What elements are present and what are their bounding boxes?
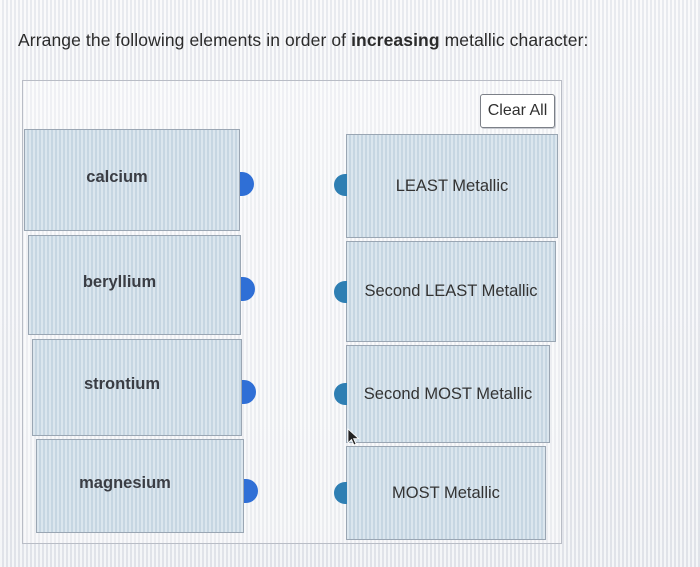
element-tile-calcium[interactable]: calcium [24, 129, 240, 231]
target-slot-least-metallic[interactable]: LEAST Metallic [346, 134, 558, 238]
element-label: magnesium [79, 473, 171, 492]
target-slot-most-metallic[interactable]: MOST Metallic [346, 446, 546, 540]
target-label: LEAST Metallic [395, 176, 509, 195]
instruction-suffix: metallic character: [439, 30, 589, 50]
element-label: beryllium [82, 272, 157, 291]
element-tile-magnesium[interactable]: magnesium [36, 439, 244, 533]
target-label: Second MOST Metallic [363, 384, 533, 403]
target-slot-second-most-metallic[interactable]: Second MOST Metallic [346, 345, 550, 443]
element-tile-beryllium[interactable]: beryllium [28, 235, 241, 335]
element-tile-strontium[interactable]: strontium [32, 339, 242, 436]
target-label: Second LEAST Metallic [364, 282, 538, 300]
target-label: MOST Metallic [392, 483, 500, 502]
instruction-emphasis: increasing [351, 30, 440, 50]
mouse-pointer-icon [347, 428, 360, 446]
target-slot-second-least-metallic[interactable]: Second LEAST Metallic [346, 241, 556, 342]
instruction-text: Arrange the following elements in order … [18, 30, 589, 51]
element-label: calcium [86, 167, 148, 186]
clear-all-button[interactable]: Clear All [480, 94, 555, 128]
element-label: strontium [83, 375, 161, 393]
instruction-prefix: Arrange the following elements in order … [18, 30, 352, 50]
